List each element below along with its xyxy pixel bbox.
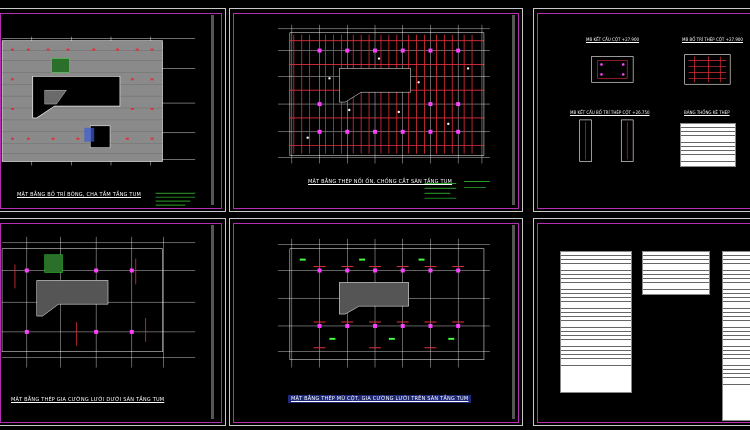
sheet-lighting-plan[interactable]: MẶT BẰNG BỐ TRÍ BÓNG, CHA TẦM TẦNG TUM	[0, 8, 226, 212]
detail-label-column-structure: MB KẾT CẤU CỘT +27.900	[586, 37, 640, 42]
sheet-rebar-schedules[interactable]	[533, 218, 750, 426]
rebar-schedule-table-2	[642, 251, 710, 295]
sheet-slab-rebar-plan[interactable]: MẶT BẰNG THÉP NỐI ỐN, CHỐNG CẮT SÀN TẦNG…	[229, 8, 523, 212]
title-block-strip	[211, 15, 214, 205]
sheet-bottom-mesh-plan[interactable]: MẶT BẰNG THÉP GIA CƯỜNG LƯỚI DƯỚI SÀN TẦ…	[0, 218, 226, 426]
rebar-schedule-table-1	[560, 251, 632, 393]
sheet-caption: MẶT BẰNG BỐ TRÍ BÓNG, CHA TẦM TẦNG TUM	[17, 192, 141, 198]
title-block-strip	[512, 15, 515, 205]
sheet-column-cap-mesh-plan[interactable]: MẶT BẰNG THÉP MŨ CỘT, GIA CƯỜNG LƯỚI TRÊ…	[229, 218, 523, 426]
sheet-caption: MẶT BẰNG THÉP GIA CƯỜNG LƯỚI DƯỚI SÀN TẦ…	[11, 397, 165, 403]
detail-label-rebar-schedule: BẢNG THỐNG KÊ THÉP	[684, 110, 730, 115]
sheet-caption-selected: MẶT BẰNG THÉP MŨ CỘT, GIA CƯỜNG LƯỚI TRÊ…	[288, 395, 472, 403]
bottom-mesh-drawing	[1, 236, 196, 368]
lighting-plan-drawing	[1, 36, 196, 206]
title-block-strip	[512, 225, 515, 419]
detail-label-column-26750: MB KẾT CẤU BỐ TRÍ THÉP CỘT +26.750	[570, 110, 650, 115]
rebar-schedule-table-3	[722, 251, 750, 421]
sheet-caption: MẶT BẰNG THÉP NỐI ỐN, CHỐNG CẮT SÀN TẦNG…	[308, 179, 453, 185]
rebar-schedule-table	[680, 123, 736, 167]
sheet-column-details[interactable]: MB KẾT CẤU CỘT +27.900 MB BỐ TRÍ THÉP CỘ…	[533, 8, 750, 212]
detail-label-column-rebar: MB BỐ TRÍ THÉP CỘT +27.900	[682, 37, 743, 42]
title-block-strip	[211, 225, 214, 419]
